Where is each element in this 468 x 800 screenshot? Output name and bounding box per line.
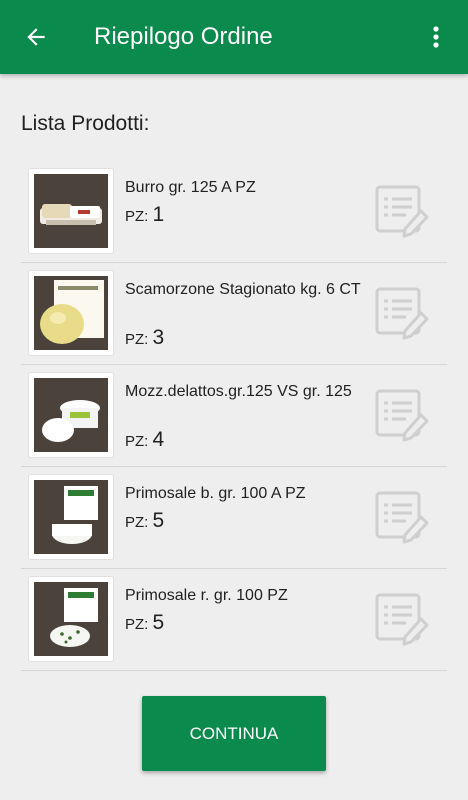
quantity-label: PZ: <box>125 433 149 450</box>
quantity-value: 1 <box>152 203 165 226</box>
edit-document-icon <box>375 491 429 544</box>
product-image <box>29 169 113 253</box>
edit-button[interactable] <box>371 591 429 647</box>
edit-document-icon <box>375 389 429 442</box>
product-image <box>29 577 113 661</box>
quantity-label: PZ: <box>125 331 149 348</box>
continue-button[interactable]: CONTINUA <box>142 696 326 771</box>
list-item: Primosale r. gr. 100 PZ PZ: 5 <box>21 569 447 671</box>
list-item: Scamorzone Stagionato kg. 6 CT PZ: 3 <box>21 263 447 365</box>
section-title: Lista Prodotti: <box>21 112 150 135</box>
edit-document-icon <box>375 287 429 340</box>
edit-button[interactable] <box>371 183 429 239</box>
edit-document-icon <box>375 185 429 238</box>
quantity-value: 5 <box>152 611 165 634</box>
page-title: Riepilogo Ordine <box>94 23 273 50</box>
list-item: Primosale b. gr. 100 A PZ PZ: 5 <box>21 467 447 569</box>
quantity-label: PZ: <box>125 208 149 225</box>
list-item: Mozz.delattos.gr.125 VS gr. 125 PZ: 4 <box>21 365 447 467</box>
product-name: Primosale r. gr. 100 PZ <box>125 587 288 604</box>
product-name: Burro gr. 125 A PZ <box>125 179 256 196</box>
arrow-left-icon <box>27 28 45 46</box>
product-quantity: PZ: 1 <box>125 203 164 227</box>
product-quantity: PZ: 5 <box>125 509 164 533</box>
product-list: Burro gr. 125 A PZ PZ: 1 Scamorzone Stag… <box>21 161 447 671</box>
quantity-label: PZ: <box>125 616 149 633</box>
product-quantity: PZ: 3 <box>125 326 164 350</box>
product-quantity: PZ: 4 <box>125 428 164 452</box>
edit-button[interactable] <box>371 489 429 545</box>
edit-document-icon <box>375 593 429 646</box>
edit-button[interactable] <box>371 387 429 443</box>
quantity-value: 3 <box>152 326 165 349</box>
product-name: Primosale b. gr. 100 A PZ <box>125 485 306 502</box>
product-name: Mozz.delattos.gr.125 VS gr. 125 <box>125 383 352 400</box>
overflow-menu-button[interactable] <box>420 19 452 55</box>
list-item: Burro gr. 125 A PZ PZ: 1 <box>21 161 447 263</box>
quantity-value: 5 <box>152 509 165 532</box>
product-image <box>29 271 113 355</box>
more-vert-icon <box>433 26 439 48</box>
product-image <box>29 475 113 559</box>
quantity-value: 4 <box>152 428 165 451</box>
quantity-label: PZ: <box>125 514 149 531</box>
product-image <box>29 373 113 457</box>
product-quantity: PZ: 5 <box>125 611 164 635</box>
product-name: Scamorzone Stagionato kg. 6 CT <box>125 281 361 298</box>
edit-button[interactable] <box>371 285 429 341</box>
app-bar: Riepilogo Ordine <box>0 0 468 74</box>
back-button[interactable] <box>18 19 54 55</box>
